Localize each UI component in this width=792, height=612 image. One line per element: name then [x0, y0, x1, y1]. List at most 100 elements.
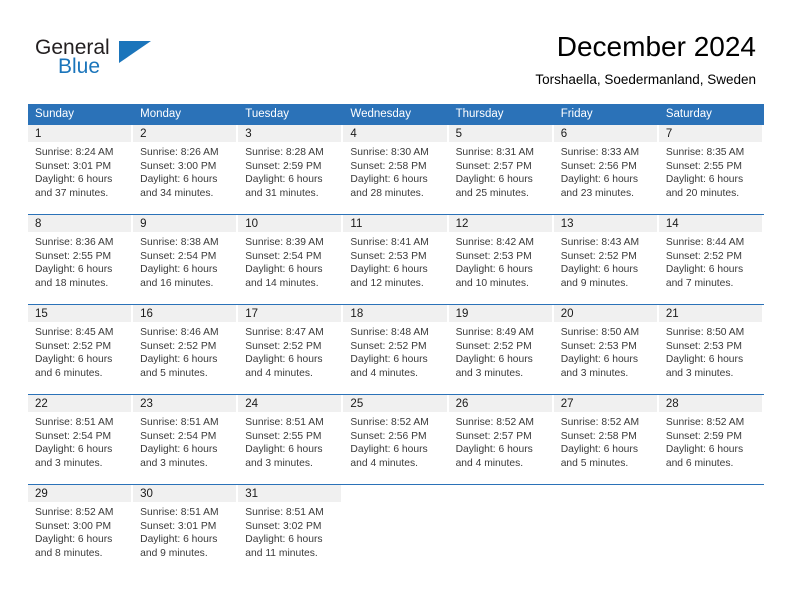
calendar-day-cell[interactable]: 30 Sunrise: 8:51 AM Sunset: 3:01 PM Dayligh… — [133, 484, 239, 574]
calendar-day-cell[interactable]: 16 Sunrise: 8:46 AM Sunset: 2:52 PM Dayligh… — [133, 304, 239, 395]
calendar-day-cell[interactable]: 17 Sunrise: 8:47 AM Sunset: 2:52 PM Dayligh… — [238, 304, 344, 395]
calendar-day-cell[interactable]: 29 Sunrise: 8:52 AM Sunset: 3:00 PM Dayligh… — [28, 484, 134, 574]
day-number: 16 — [133, 305, 237, 322]
calendar-day-cell[interactable]: 20 Sunrise: 8:50 AM Sunset: 2:53 PM Dayligh… — [553, 304, 659, 395]
day-details: Sunrise: 8:46 AM Sunset: 2:52 PM Daylight:… — [133, 322, 238, 380]
daylight-text-line2: and 10 minutes. — [455, 277, 529, 289]
calendar-day-cell[interactable]: 22 Sunrise: 8:51 AM Sunset: 2:54 PM Dayligh… — [28, 394, 134, 485]
calendar-day-cell[interactable]: 18 Sunrise: 8:48 AM Sunset: 2:52 PM Dayligh… — [343, 304, 449, 395]
calendar-day-cell[interactable]: 26 Sunrise: 8:52 AM Sunset: 2:57 PM Dayligh… — [448, 394, 554, 485]
calendar-week-row: 1 Sunrise: 8:24 AM Sunset: 3:01 PM Daylight… — [28, 125, 764, 215]
calendar-week-row: 29 Sunrise: 8:52 AM Sunset: 3:00 PM Dayligh… — [28, 484, 764, 574]
calendar-day-cell[interactable]: 5 Sunrise: 8:31 AM Sunset: 2:57 PM Daylight… — [448, 125, 554, 215]
daylight-text-line2: and 18 minutes. — [35, 277, 109, 289]
day-details: Sunrise: 8:50 AM Sunset: 2:53 PM Daylight:… — [554, 322, 659, 380]
calendar-day-cell[interactable]: 23 Sunrise: 8:51 AM Sunset: 2:54 PM Dayligh… — [133, 394, 239, 485]
calendar-day-cell[interactable]: 19 Sunrise: 8:49 AM Sunset: 2:52 PM Dayligh… — [448, 304, 554, 395]
sunrise-text: Sunrise: 8:52 AM — [560, 417, 640, 428]
day-cell-content — [554, 485, 659, 574]
sunset-text: Sunset: 2:59 PM — [665, 430, 742, 442]
day-cell-content: 21 Sunrise: 8:50 AM Sunset: 2:53 PM Dayligh… — [658, 305, 764, 394]
calendar-body: 1 Sunrise: 8:24 AM Sunset: 3:01 PM Daylight… — [28, 125, 764, 574]
day-details: Sunrise: 8:24 AM Sunset: 3:01 PM Daylight:… — [28, 142, 133, 200]
day-cell-content: 19 Sunrise: 8:49 AM Sunset: 2:52 PM Dayligh… — [448, 305, 554, 394]
calendar-day-cell[interactable]: 9 Sunrise: 8:38 AM Sunset: 2:54 PM Daylight… — [133, 214, 239, 305]
daylight-text-line1: Daylight: 6 hours — [665, 264, 744, 276]
day-details: Sunrise: 8:48 AM Sunset: 2:52 PM Daylight:… — [343, 322, 448, 380]
calendar-day-cell[interactable]: 15 Sunrise: 8:45 AM Sunset: 2:52 PM Dayligh… — [28, 304, 134, 395]
day-number: 13 — [553, 215, 657, 232]
day-number: 18 — [343, 305, 447, 322]
sunset-text: Sunset: 2:58 PM — [350, 160, 427, 172]
daylight-text-line2: and 28 minutes. — [350, 187, 424, 199]
day-number: 11 — [343, 215, 447, 232]
day-details: Sunrise: 8:39 AM Sunset: 2:54 PM Daylight:… — [238, 232, 343, 290]
day-details: Sunrise: 8:51 AM Sunset: 2:55 PM Daylight:… — [238, 412, 343, 470]
day-cell-content: 31 Sunrise: 8:51 AM Sunset: 3:02 PM Dayligh… — [238, 485, 343, 574]
calendar-day-cell[interactable]: 1 Sunrise: 8:24 AM Sunset: 3:01 PM Daylight… — [28, 125, 134, 215]
calendar-day-cell[interactable]: 25 Sunrise: 8:52 AM Sunset: 2:56 PM Dayligh… — [343, 394, 449, 485]
sunrise-text: Sunrise: 8:31 AM — [455, 147, 534, 158]
sunrise-text: Sunrise: 8:50 AM — [560, 327, 640, 338]
general-blue-logo[interactable]: General Blue — [35, 36, 215, 84]
calendar-day-cell[interactable]: 8 Sunrise: 8:36 AM Sunset: 2:55 PM Daylight… — [28, 214, 134, 305]
calendar-day-cell[interactable]: 12 Sunrise: 8:42 AM Sunset: 2:53 PM Dayligh… — [448, 214, 554, 305]
calendar-day-cell[interactable]: 28 Sunrise: 8:52 AM Sunset: 2:59 PM Dayligh… — [658, 394, 764, 485]
sunrise-text: Sunrise: 8:33 AM — [560, 147, 640, 158]
weekday-header-friday: Friday — [553, 104, 659, 125]
daylight-text-line2: and 20 minutes. — [665, 187, 740, 199]
daylight-text-line2: and 14 minutes. — [245, 277, 319, 289]
day-cell-content: 6 Sunrise: 8:33 AM Sunset: 2:56 PM Daylight… — [553, 125, 659, 214]
day-number: 27 — [553, 395, 657, 412]
daylight-text-line2: and 3 minutes. — [245, 457, 313, 469]
calendar-grid: Sunday Monday Tuesday Wednesday Thursday… — [28, 104, 764, 574]
daylight-text-line1: Daylight: 6 hours — [140, 354, 218, 366]
calendar-day-cell[interactable]: 13 Sunrise: 8:43 AM Sunset: 2:52 PM Dayligh… — [553, 214, 659, 305]
calendar-day-cell[interactable]: 6 Sunrise: 8:33 AM Sunset: 2:56 PM Daylight… — [553, 125, 659, 215]
daylight-text-line2: and 3 minutes. — [140, 457, 208, 469]
calendar-day-cell[interactable]: 10 Sunrise: 8:39 AM Sunset: 2:54 PM Dayligh… — [238, 214, 344, 305]
day-number: 15 — [28, 305, 132, 322]
calendar-day-cell[interactable] — [553, 484, 659, 574]
calendar-day-cell[interactable]: 7 Sunrise: 8:35 AM Sunset: 2:55 PM Daylight… — [658, 125, 764, 215]
day-cell-content: 17 Sunrise: 8:47 AM Sunset: 2:52 PM Dayligh… — [238, 305, 343, 394]
sunset-text: Sunset: 2:52 PM — [245, 340, 322, 352]
calendar-day-cell[interactable]: 14 Sunrise: 8:44 AM Sunset: 2:52 PM Dayligh… — [658, 214, 764, 305]
sunrise-text: Sunrise: 8:51 AM — [140, 417, 219, 428]
day-details — [343, 502, 448, 506]
day-details: Sunrise: 8:49 AM Sunset: 2:52 PM Daylight:… — [449, 322, 554, 380]
sunset-text: Sunset: 2:55 PM — [35, 250, 112, 262]
calendar-day-cell[interactable]: 11 Sunrise: 8:41 AM Sunset: 2:53 PM Dayligh… — [343, 214, 449, 305]
day-details: Sunrise: 8:50 AM Sunset: 2:53 PM Daylight:… — [659, 322, 764, 380]
calendar-day-cell[interactable] — [448, 484, 554, 574]
calendar-day-cell[interactable]: 27 Sunrise: 8:52 AM Sunset: 2:58 PM Dayligh… — [553, 394, 659, 485]
calendar-day-cell[interactable] — [343, 484, 449, 574]
day-number — [449, 485, 552, 502]
calendar-day-cell[interactable]: 21 Sunrise: 8:50 AM Sunset: 2:53 PM Dayligh… — [658, 304, 764, 395]
daylight-text-line2: and 4 minutes. — [455, 457, 524, 469]
calendar-day-cell[interactable]: 3 Sunrise: 8:28 AM Sunset: 2:59 PM Daylight… — [238, 125, 344, 215]
daylight-text-line2: and 23 minutes. — [560, 187, 634, 199]
day-cell-content: 7 Sunrise: 8:35 AM Sunset: 2:55 PM Daylight… — [658, 125, 764, 214]
calendar-day-cell[interactable] — [658, 484, 764, 574]
daylight-text-line1: Daylight: 6 hours — [35, 174, 113, 186]
daylight-text-line2: and 37 minutes. — [35, 187, 109, 199]
daylight-text-line2: and 5 minutes. — [560, 457, 629, 469]
daylight-text-line2: and 3 minutes. — [665, 367, 734, 379]
day-cell-content: 8 Sunrise: 8:36 AM Sunset: 2:55 PM Daylight… — [28, 215, 133, 304]
sunrise-text: Sunrise: 8:43 AM — [560, 237, 640, 248]
calendar-day-cell[interactable]: 24 Sunrise: 8:51 AM Sunset: 2:55 PM Dayligh… — [238, 394, 344, 485]
calendar-day-cell[interactable]: 2 Sunrise: 8:26 AM Sunset: 3:00 PM Daylight… — [133, 125, 239, 215]
daylight-text-line1: Daylight: 6 hours — [560, 174, 638, 186]
day-details: Sunrise: 8:43 AM Sunset: 2:52 PM Daylight:… — [554, 232, 659, 290]
logo-text-blue: Blue — [58, 55, 101, 78]
daylight-text-line1: Daylight: 6 hours — [245, 264, 323, 276]
sunset-text: Sunset: 3:02 PM — [245, 520, 322, 532]
calendar-day-cell[interactable]: 4 Sunrise: 8:30 AM Sunset: 2:58 PM Daylight… — [343, 125, 449, 215]
daylight-text-line1: Daylight: 6 hours — [350, 264, 428, 276]
blue-triangle-flag-icon — [119, 41, 151, 63]
sunset-text: Sunset: 2:58 PM — [560, 430, 637, 442]
sunrise-text: Sunrise: 8:41 AM — [350, 237, 429, 248]
day-cell-content: 4 Sunrise: 8:30 AM Sunset: 2:58 PM Daylight… — [343, 125, 448, 214]
calendar-day-cell[interactable]: 31 Sunrise: 8:51 AM Sunset: 3:02 PM Dayligh… — [238, 484, 344, 574]
